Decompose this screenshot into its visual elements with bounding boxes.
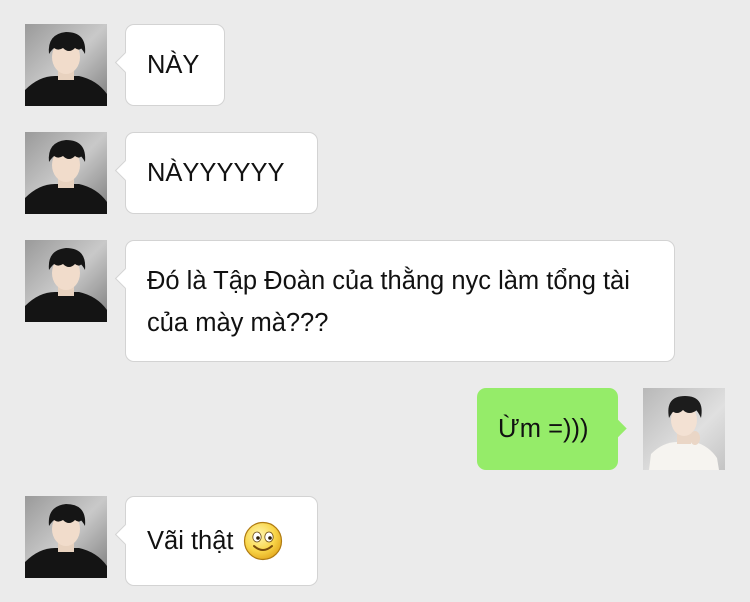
message-text: Ừm =))) [498,415,589,443]
message-bubble-incoming[interactable]: Đó là Tập Đoàn của thằng nyc làm tổng tà… [114,240,675,362]
smiley-emoji-icon [243,521,283,561]
bubble-tail [114,159,137,182]
my-avatar[interactable] [643,388,725,470]
message-bubble-incoming[interactable]: Vãi thật [114,496,318,586]
message-bubble-incoming[interactable]: NÀYYYYYY [114,132,318,214]
message-text: Đó là Tập Đoàn của thằng nyc làm tổng tà… [147,267,630,337]
contact-avatar[interactable] [25,240,107,322]
message-text: NÀY [147,51,200,79]
bubble-tail [114,523,137,546]
message-bubble-incoming[interactable]: NÀY [114,24,225,106]
message-text: NÀYYYYYY [147,159,285,187]
message-bubble-outgoing[interactable]: Ừm =))) [477,388,627,470]
bubble-tail [114,267,137,290]
contact-avatar[interactable] [25,24,107,106]
bubble-tail [608,419,627,438]
contact-avatar[interactable] [25,132,107,214]
contact-avatar[interactable] [25,496,107,578]
message-text: Vãi thật [147,527,234,555]
bubble-tail [114,51,137,74]
